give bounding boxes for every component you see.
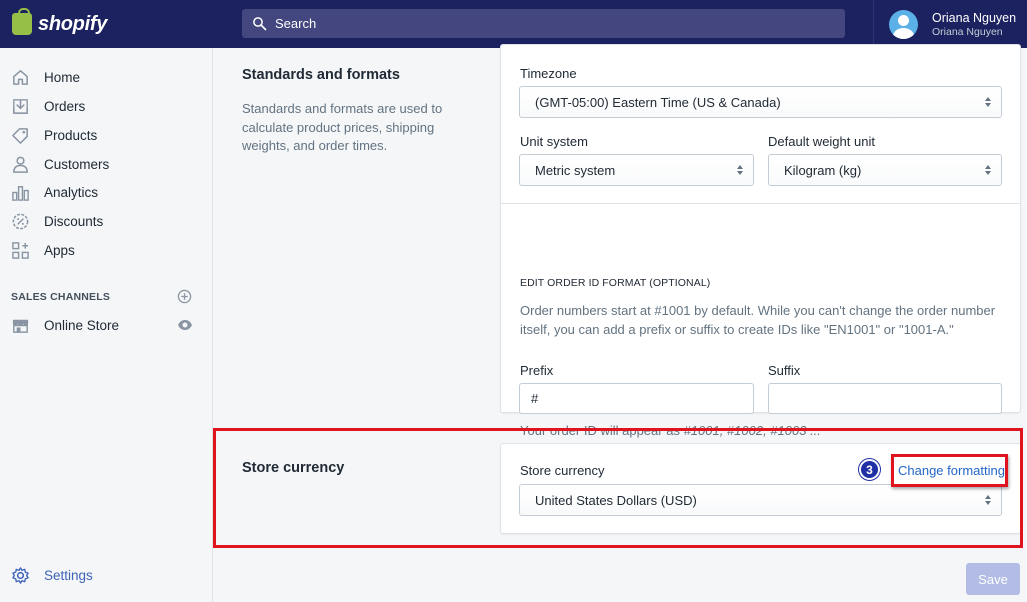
select-arrows-icon bbox=[985, 97, 991, 107]
user-menu[interactable]: Oriana Nguyen Oriana Nguyen bbox=[873, 0, 1027, 48]
user-name: Oriana Nguyen bbox=[932, 10, 1017, 25]
sidebar-item-label: Discounts bbox=[44, 213, 104, 229]
sidebar-item-label: Analytics bbox=[44, 184, 99, 200]
top-bar: shopify Search Oriana Nguyen Oriana Nguy… bbox=[0, 0, 1027, 48]
gear-icon bbox=[10, 565, 30, 585]
unit-system-value: Metric system bbox=[535, 162, 616, 178]
home-icon bbox=[10, 67, 30, 87]
sidebar-item-home[interactable]: Home bbox=[10, 66, 80, 88]
standards-description: Standards and formats are used to calcul… bbox=[242, 101, 443, 153]
sidebar-item-label: Products bbox=[44, 127, 98, 143]
order-id-help: Order numbers start at #1001 by default.… bbox=[520, 303, 996, 337]
search-input[interactable]: Search bbox=[242, 9, 845, 38]
store-name: Oriana Nguyen bbox=[932, 25, 1003, 38]
add-channel-icon[interactable] bbox=[177, 289, 192, 304]
sidebar-item-label: Settings bbox=[44, 567, 93, 583]
sidebar-item-label: Customers bbox=[44, 156, 110, 172]
weight-unit-select[interactable]: Kilogram (kg) bbox=[768, 154, 1002, 186]
select-arrows-icon bbox=[737, 165, 743, 175]
search-placeholder: Search bbox=[275, 16, 317, 31]
person-icon bbox=[10, 154, 30, 174]
unit-system-label: Unit system bbox=[520, 134, 588, 149]
sidebar-item-online-store[interactable]: Online Store bbox=[10, 314, 119, 336]
shopify-logo[interactable]: shopify bbox=[0, 0, 213, 48]
sidebar-item-customers[interactable]: Customers bbox=[10, 153, 109, 175]
sidebar-item-discounts[interactable]: Discounts bbox=[10, 210, 103, 232]
unit-system-select[interactable]: Metric system bbox=[519, 154, 754, 186]
orders-icon bbox=[10, 96, 30, 116]
sidebar-item-label: Orders bbox=[44, 98, 86, 114]
sidebar-item-orders[interactable]: Orders bbox=[10, 95, 85, 117]
order-id-heading: EDIT ORDER ID FORMAT (OPTIONAL) bbox=[520, 277, 711, 289]
prefix-label: Prefix bbox=[520, 363, 554, 378]
select-arrows-icon bbox=[985, 165, 991, 175]
sidebar-item-analytics[interactable]: Analytics bbox=[10, 181, 98, 203]
prefix-value: # bbox=[531, 391, 539, 406]
step-badge: 3 bbox=[859, 459, 880, 480]
weight-unit-value: Kilogram (kg) bbox=[784, 162, 862, 178]
timezone-label: Timezone bbox=[520, 66, 577, 81]
change-formatting-link[interactable]: Change formatting bbox=[898, 463, 1005, 478]
timezone-value: (GMT-05:00) Eastern Time (US & Canada) bbox=[535, 94, 781, 110]
eye-icon[interactable] bbox=[177, 318, 193, 332]
sidebar-item-products[interactable]: Products bbox=[10, 124, 97, 146]
timezone-select[interactable]: (GMT-05:00) Eastern Time (US & Canada) bbox=[519, 86, 1002, 118]
weight-unit-label: Default weight unit bbox=[768, 134, 875, 149]
save-button[interactable]: Save bbox=[966, 563, 1020, 595]
sidebar-item-apps[interactable]: Apps bbox=[10, 239, 75, 261]
store-icon bbox=[10, 315, 30, 335]
bar-chart-icon bbox=[10, 182, 30, 202]
sidebar-item-label: Home bbox=[44, 69, 81, 85]
sidebar-item-label: Online Store bbox=[44, 317, 120, 333]
tag-icon bbox=[10, 125, 30, 145]
sidebar-item-settings[interactable]: Settings bbox=[10, 564, 93, 586]
card-divider bbox=[501, 203, 1020, 204]
apps-icon bbox=[10, 240, 30, 260]
sidebar: Home Orders Products Customers Analytics… bbox=[0, 48, 213, 602]
suffix-input[interactable] bbox=[768, 383, 1002, 414]
discount-icon bbox=[10, 211, 30, 231]
sidebar-item-label: Apps bbox=[44, 242, 75, 258]
avatar bbox=[889, 9, 918, 39]
sales-channels-heading: SALES CHANNELS bbox=[11, 291, 111, 303]
suffix-label: Suffix bbox=[768, 363, 801, 378]
standards-card: Timezone (GMT-05:00) Eastern Time (US & … bbox=[500, 44, 1021, 438]
shopify-bag-icon bbox=[12, 8, 32, 35]
store-currency-highlight bbox=[213, 428, 1023, 548]
standards-title: Standards and formats bbox=[242, 67, 400, 83]
search-icon bbox=[253, 17, 267, 31]
brand-name: shopify bbox=[38, 12, 108, 35]
prefix-input[interactable]: # bbox=[519, 383, 754, 414]
